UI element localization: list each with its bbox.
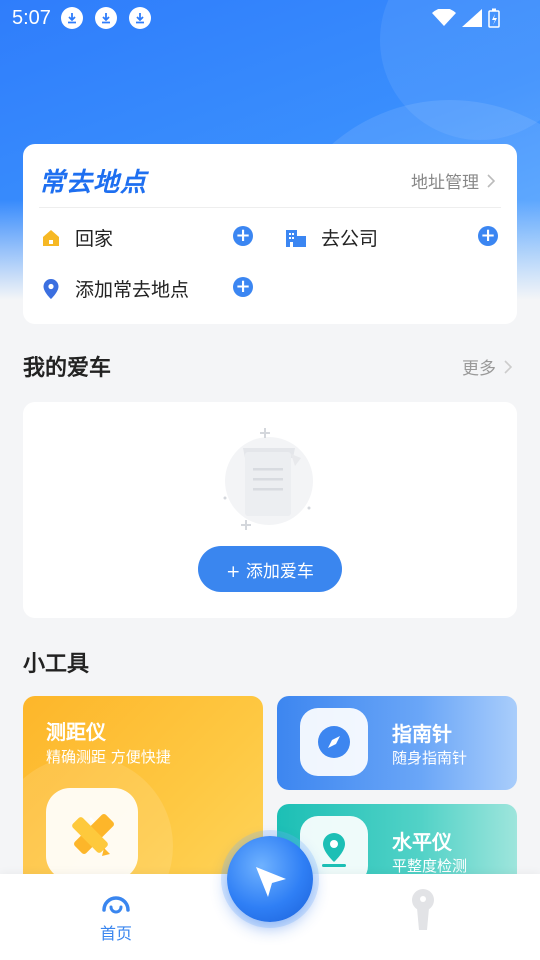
tool-compass-subtitle: 随身指南针 — [392, 749, 468, 767]
add-car-button[interactable]: + 添加爱车 — [198, 546, 342, 592]
place-home-label: 回家 — [75, 228, 114, 250]
download-icon — [60, 7, 83, 29]
more-cars-link[interactable]: 更多 — [462, 354, 512, 379]
divider — [39, 207, 501, 208]
tool-rangefinder-subtitle: 精确测距 方便快捷 — [46, 748, 171, 766]
add-place-button[interactable]: + — [233, 277, 253, 297]
home-icon — [43, 229, 59, 246]
status-time: 5:07 — [12, 6, 51, 29]
ruler-icon — [46, 788, 138, 880]
status-bar: 5:07 — [0, 0, 540, 36]
empty-document-illustration — [223, 428, 313, 530]
places-title: 常去地点 — [39, 168, 148, 198]
my-cars-title: 我的爱车 — [23, 356, 112, 381]
add-home-button[interactable]: + — [233, 226, 253, 246]
tool-compass-title: 指南针 — [392, 722, 452, 746]
tab-profile[interactable] — [398, 888, 448, 936]
place-company-label: 去公司 — [321, 228, 379, 250]
download-icon — [128, 7, 151, 29]
tool-level-title: 水平仪 — [392, 830, 452, 854]
navigation-button[interactable] — [227, 836, 313, 922]
place-company[interactable]: 去公司 — [285, 224, 378, 251]
tool-rangefinder[interactable]: 测距仪 精确测距 方便快捷 — [23, 696, 263, 886]
tool-compass[interactable]: 指南针 随身指南针 — [277, 696, 517, 790]
download-icon — [94, 7, 117, 29]
my-cars-card: + 添加爱车 — [23, 402, 517, 618]
wifi-icon — [432, 9, 456, 26]
place-home[interactable]: 回家 — [41, 224, 113, 251]
tool-level-subtitle: 平整度检测 — [392, 857, 468, 875]
tab-home[interactable]: 首页 — [86, 888, 146, 944]
signal-icon — [462, 9, 482, 27]
chevron-right-icon — [504, 359, 512, 374]
profile-icon — [412, 889, 434, 930]
location-pin-icon — [43, 278, 59, 299]
place-add-frequent[interactable]: 添加常去地点 — [41, 275, 189, 302]
tab-home-label: 首页 — [99, 924, 132, 943]
address-manage-link[interactable]: 地址管理 — [411, 168, 495, 193]
more-label: 更多 — [462, 359, 496, 379]
battery-icon — [488, 8, 500, 28]
status-indicators — [432, 8, 500, 28]
chevron-right-icon — [487, 173, 495, 188]
address-manage-label: 地址管理 — [411, 173, 479, 193]
tool-rangefinder-title: 测距仪 — [46, 720, 106, 744]
tools-title: 小工具 — [23, 652, 90, 677]
building-icon — [286, 229, 306, 247]
navigation-arrow-icon — [256, 867, 286, 897]
frequent-places-card: 常去地点 地址管理 回家 + 去公司 + 添加常去地点 + — [23, 144, 517, 324]
home-tab-icon — [102, 896, 130, 914]
add-company-button[interactable]: + — [478, 226, 498, 246]
add-place-label: 添加常去地点 — [75, 279, 190, 301]
compass-icon — [300, 708, 368, 776]
